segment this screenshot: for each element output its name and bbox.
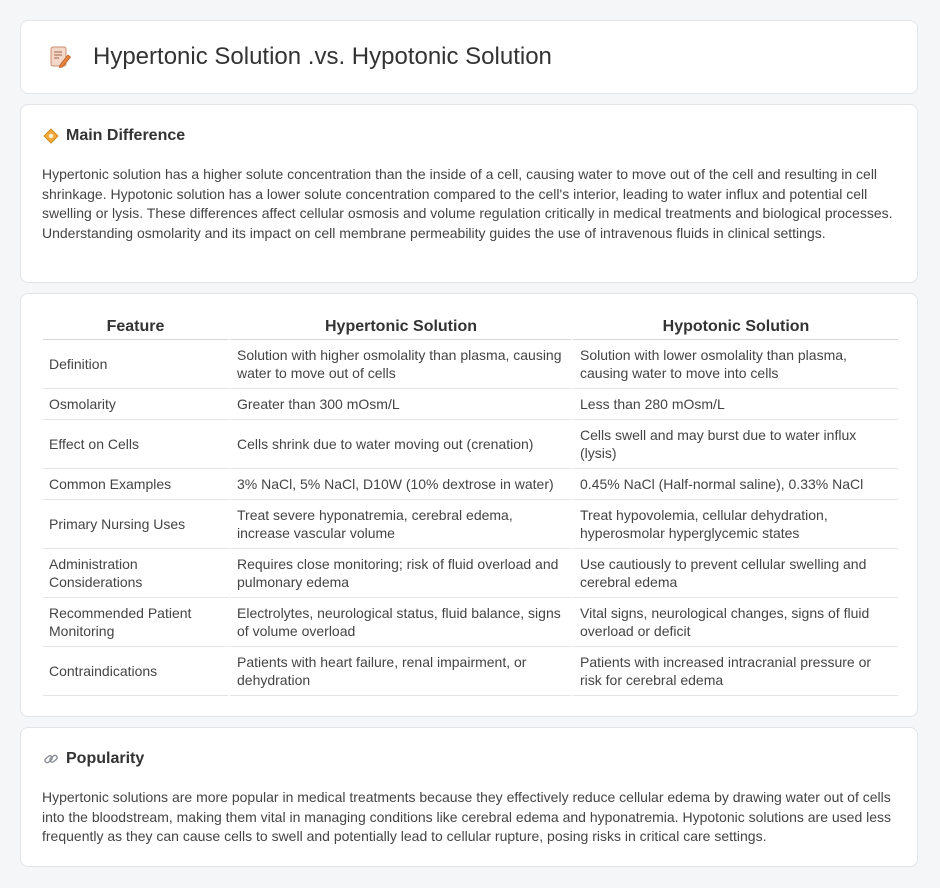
hypotonic-cell: Less than 280 mOsm/L: [571, 389, 898, 420]
hypertonic-cell: Electrolytes, neurological status, fluid…: [228, 598, 571, 647]
hypertonic-cell: Greater than 300 mOsm/L: [228, 389, 571, 420]
header-hypotonic: Hypotonic Solution: [571, 314, 898, 340]
main-difference-text: Hypertonic solution has a higher solute …: [42, 166, 893, 241]
table-row: Contraindications Patients with heart fa…: [43, 647, 898, 696]
hypotonic-cell: Treat hypovolemia, cellular dehydration,…: [571, 500, 898, 549]
hypotonic-cell: Patients with increased intracranial pre…: [571, 647, 898, 696]
table-row: Primary Nursing Uses Treat severe hypona…: [43, 500, 898, 549]
table-row: Definition Solution with higher osmolali…: [43, 340, 898, 389]
feature-cell: Primary Nursing Uses: [43, 500, 228, 549]
hypertonic-cell: Treat severe hyponatremia, cerebral edem…: [228, 500, 571, 549]
popularity-text: Hypertonic solutions are more popular in…: [42, 789, 892, 844]
table-row: Recommended Patient Monitoring Electroly…: [43, 598, 898, 647]
hypotonic-cell: Solution with lower osmolality than plas…: [571, 340, 898, 389]
table-row: Common Examples 3% NaCl, 5% NaCl, D10W (…: [43, 469, 898, 500]
hypotonic-cell: Use cautiously to prevent cellular swell…: [571, 549, 898, 598]
comparison-table-card: Feature Hypertonic Solution Hypotonic So…: [20, 293, 918, 717]
hypertonic-cell: Solution with higher osmolality than pla…: [228, 340, 571, 389]
feature-cell: Contraindications: [43, 647, 228, 696]
hypertonic-cell: Requires close monitoring; risk of fluid…: [228, 549, 571, 598]
hypotonic-cell: 0.45% NaCl (Half-normal saline), 0.33% N…: [571, 469, 898, 500]
link-icon: [44, 754, 58, 764]
table-header-row: Feature Hypertonic Solution Hypotonic So…: [43, 314, 898, 340]
document-edit-icon: [50, 46, 72, 68]
main-difference-card: Main Difference Hypertonic solution has …: [20, 104, 918, 283]
hypotonic-cell: Vital signs, neurological changes, signs…: [571, 598, 898, 647]
feature-cell: Definition: [43, 340, 228, 389]
table-row: Administration Considerations Requires c…: [43, 549, 898, 598]
section-title-main-difference: Main Difference: [66, 127, 186, 144]
header-feature: Feature: [43, 314, 228, 340]
table-row: Effect on Cells Cells shrink due to wate…: [43, 420, 898, 469]
feature-cell: Administration Considerations: [43, 549, 228, 598]
popularity-card: Popularity Hypertonic solutions are more…: [20, 727, 918, 867]
feature-cell: Recommended Patient Monitoring: [43, 598, 228, 647]
hypertonic-cell: Patients with heart failure, renal impai…: [228, 647, 571, 696]
section-title-popularity: Popularity: [66, 750, 145, 767]
header-hypertonic: Hypertonic Solution: [228, 314, 571, 340]
diamond-icon: [43, 128, 59, 144]
table-row: Osmolarity Greater than 300 mOsm/L Less …: [43, 389, 898, 420]
hypertonic-cell: 3% NaCl, 5% NaCl, D10W (10% dextrose in …: [228, 469, 571, 500]
feature-cell: Osmolarity: [43, 389, 228, 420]
feature-cell: Common Examples: [43, 469, 228, 500]
page-title: Hypertonic Solution .vs. Hypotonic Solut…: [93, 43, 552, 70]
header-card: Hypertonic Solution .vs. Hypotonic Solut…: [20, 20, 918, 94]
feature-cell: Effect on Cells: [43, 420, 228, 469]
hypertonic-cell: Cells shrink due to water moving out (cr…: [228, 420, 571, 469]
hypotonic-cell: Cells swell and may burst due to water i…: [571, 420, 898, 469]
comparison-table: Feature Hypertonic Solution Hypotonic So…: [43, 314, 898, 696]
